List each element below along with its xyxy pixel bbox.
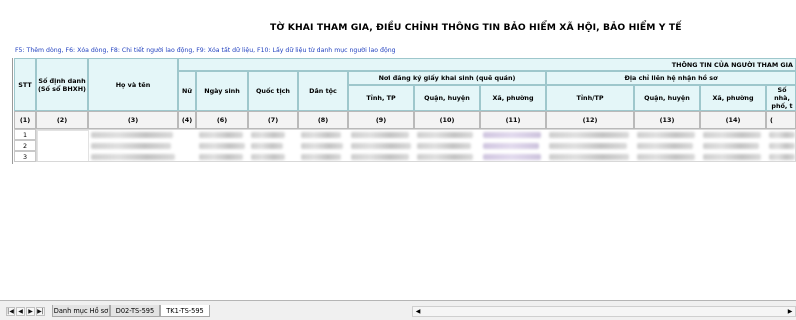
redacted-value bbox=[91, 132, 173, 138]
row-number[interactable]: 3 bbox=[14, 151, 36, 162]
header-thong-tin-group[interactable]: THÔNG TIN CỦA NGƯỜI THAM GIA bbox=[178, 58, 796, 71]
header-quan-huyen[interactable]: Quận, huyện bbox=[414, 85, 480, 111]
redacted-value bbox=[417, 132, 473, 138]
redacted-value bbox=[91, 154, 175, 160]
redacted-value bbox=[483, 143, 539, 149]
redacted-value bbox=[251, 132, 285, 138]
header-nu[interactable]: Nữ bbox=[178, 71, 196, 111]
tab-d02-ts-595[interactable]: D02-TS-595 bbox=[110, 305, 160, 317]
header-ho-va-ten[interactable]: Họ và tên bbox=[88, 58, 178, 111]
horizontal-scrollbar[interactable]: ◀ ▶ bbox=[412, 306, 796, 317]
last-sheet-button[interactable]: ▶| bbox=[36, 307, 45, 316]
scroll-right-icon[interactable]: ▶ bbox=[785, 307, 795, 316]
next-sheet-button[interactable]: ▶ bbox=[26, 307, 35, 316]
colnum: (2) bbox=[36, 111, 88, 129]
page-title: TỜ KHAI THAM GIA, ĐIỀU CHỈNH THÔNG TIN B… bbox=[270, 22, 682, 33]
header-thong-tin-label: THÔNG TIN CỦA NGƯỜI THAM GIA bbox=[671, 60, 793, 69]
redacted-value bbox=[769, 132, 795, 138]
cell-so-dinh-danh[interactable] bbox=[37, 130, 89, 161]
colnum: (12) bbox=[546, 111, 634, 129]
redacted-value bbox=[301, 154, 341, 160]
redacted-value bbox=[351, 154, 409, 160]
first-sheet-button[interactable]: |◀ bbox=[6, 307, 15, 316]
shortcut-hint: F5: Thêm dòng, F6: Xóa dòng, F8: Chi tiế… bbox=[15, 47, 396, 54]
colnum: (8) bbox=[298, 111, 348, 129]
redacted-value bbox=[637, 143, 693, 149]
header-tinh-tp[interactable]: Tỉnh, TP bbox=[348, 85, 414, 111]
redacted-value bbox=[417, 143, 471, 149]
scroll-left-icon[interactable]: ◀ bbox=[413, 307, 423, 316]
colnum: (14) bbox=[700, 111, 766, 129]
redacted-value bbox=[301, 143, 343, 149]
header-so-dinh-danh[interactable]: Số định danh (Số sổ BHXH) bbox=[36, 58, 88, 111]
colnum: (9) bbox=[348, 111, 414, 129]
header-noi-dang-ky-group[interactable]: Nơi đăng ký giấy khai sinh (quê quán) bbox=[348, 71, 546, 85]
redacted-value bbox=[251, 154, 285, 160]
redacted-value bbox=[483, 154, 541, 160]
header-stt[interactable]: STT bbox=[14, 58, 36, 111]
redacted-value bbox=[301, 132, 341, 138]
redacted-value bbox=[91, 143, 171, 149]
redacted-value bbox=[351, 143, 411, 149]
redacted-value bbox=[549, 143, 627, 149]
redacted-value bbox=[199, 132, 243, 138]
redacted-value bbox=[199, 143, 245, 149]
header-quoc-tich[interactable]: Quốc tịch bbox=[248, 71, 298, 111]
redacted-value bbox=[703, 154, 761, 160]
frame-divider bbox=[12, 58, 13, 164]
header-xa-phuong[interactable]: Xã, phường bbox=[480, 85, 546, 111]
redacted-value bbox=[251, 143, 283, 149]
redacted-value bbox=[703, 143, 759, 149]
tab-danh-muc-ho-so[interactable]: Danh mục Hồ sơ bbox=[52, 305, 110, 317]
redacted-value bbox=[351, 132, 409, 138]
redacted-value bbox=[199, 154, 243, 160]
colnum: ( bbox=[766, 111, 796, 129]
colnum: (7) bbox=[248, 111, 298, 129]
redacted-value bbox=[703, 132, 761, 138]
redacted-value bbox=[417, 154, 473, 160]
prev-sheet-button[interactable]: ◀ bbox=[16, 307, 25, 316]
data-grid-body[interactable] bbox=[36, 129, 796, 162]
header-so-nha[interactable]: Số nhà, phố, t bbox=[766, 85, 796, 111]
redacted-value bbox=[769, 154, 795, 160]
redacted-value bbox=[549, 132, 629, 138]
redacted-value bbox=[769, 143, 795, 149]
header-xa-phuong2[interactable]: Xã, phường bbox=[700, 85, 766, 111]
sheet-tab-bar: |◀ ◀ ▶ ▶| Danh mục Hồ sơ D02-TS-595 TK1-… bbox=[0, 300, 796, 320]
colnum: (1) bbox=[14, 111, 36, 129]
redacted-value bbox=[483, 132, 541, 138]
colnum: (10) bbox=[414, 111, 480, 129]
redacted-value bbox=[637, 132, 695, 138]
colnum: (4) bbox=[178, 111, 196, 129]
tab-tk1-ts-595[interactable]: TK1-TS-595 bbox=[160, 305, 210, 317]
header-tinh-tp2[interactable]: Tỉnh/TP bbox=[546, 85, 634, 111]
colnum: (6) bbox=[196, 111, 248, 129]
colnum: (13) bbox=[634, 111, 700, 129]
row-number[interactable]: 2 bbox=[14, 140, 36, 151]
header-dan-toc[interactable]: Dân tộc bbox=[298, 71, 348, 111]
header-quan-huyen2[interactable]: Quận, huyện bbox=[634, 85, 700, 111]
redacted-value bbox=[637, 154, 695, 160]
row-number[interactable]: 1 bbox=[14, 129, 36, 140]
spreadsheet-area: TỜ KHAI THAM GIA, ĐIỀU CHỈNH THÔNG TIN B… bbox=[0, 0, 796, 300]
header-ngay-sinh[interactable]: Ngày sinh bbox=[196, 71, 248, 111]
redacted-value bbox=[549, 154, 629, 160]
colnum: (11) bbox=[480, 111, 546, 129]
colnum: (3) bbox=[88, 111, 178, 129]
header-dia-chi-group[interactable]: Địa chỉ liên hệ nhận hồ sơ bbox=[546, 71, 796, 85]
